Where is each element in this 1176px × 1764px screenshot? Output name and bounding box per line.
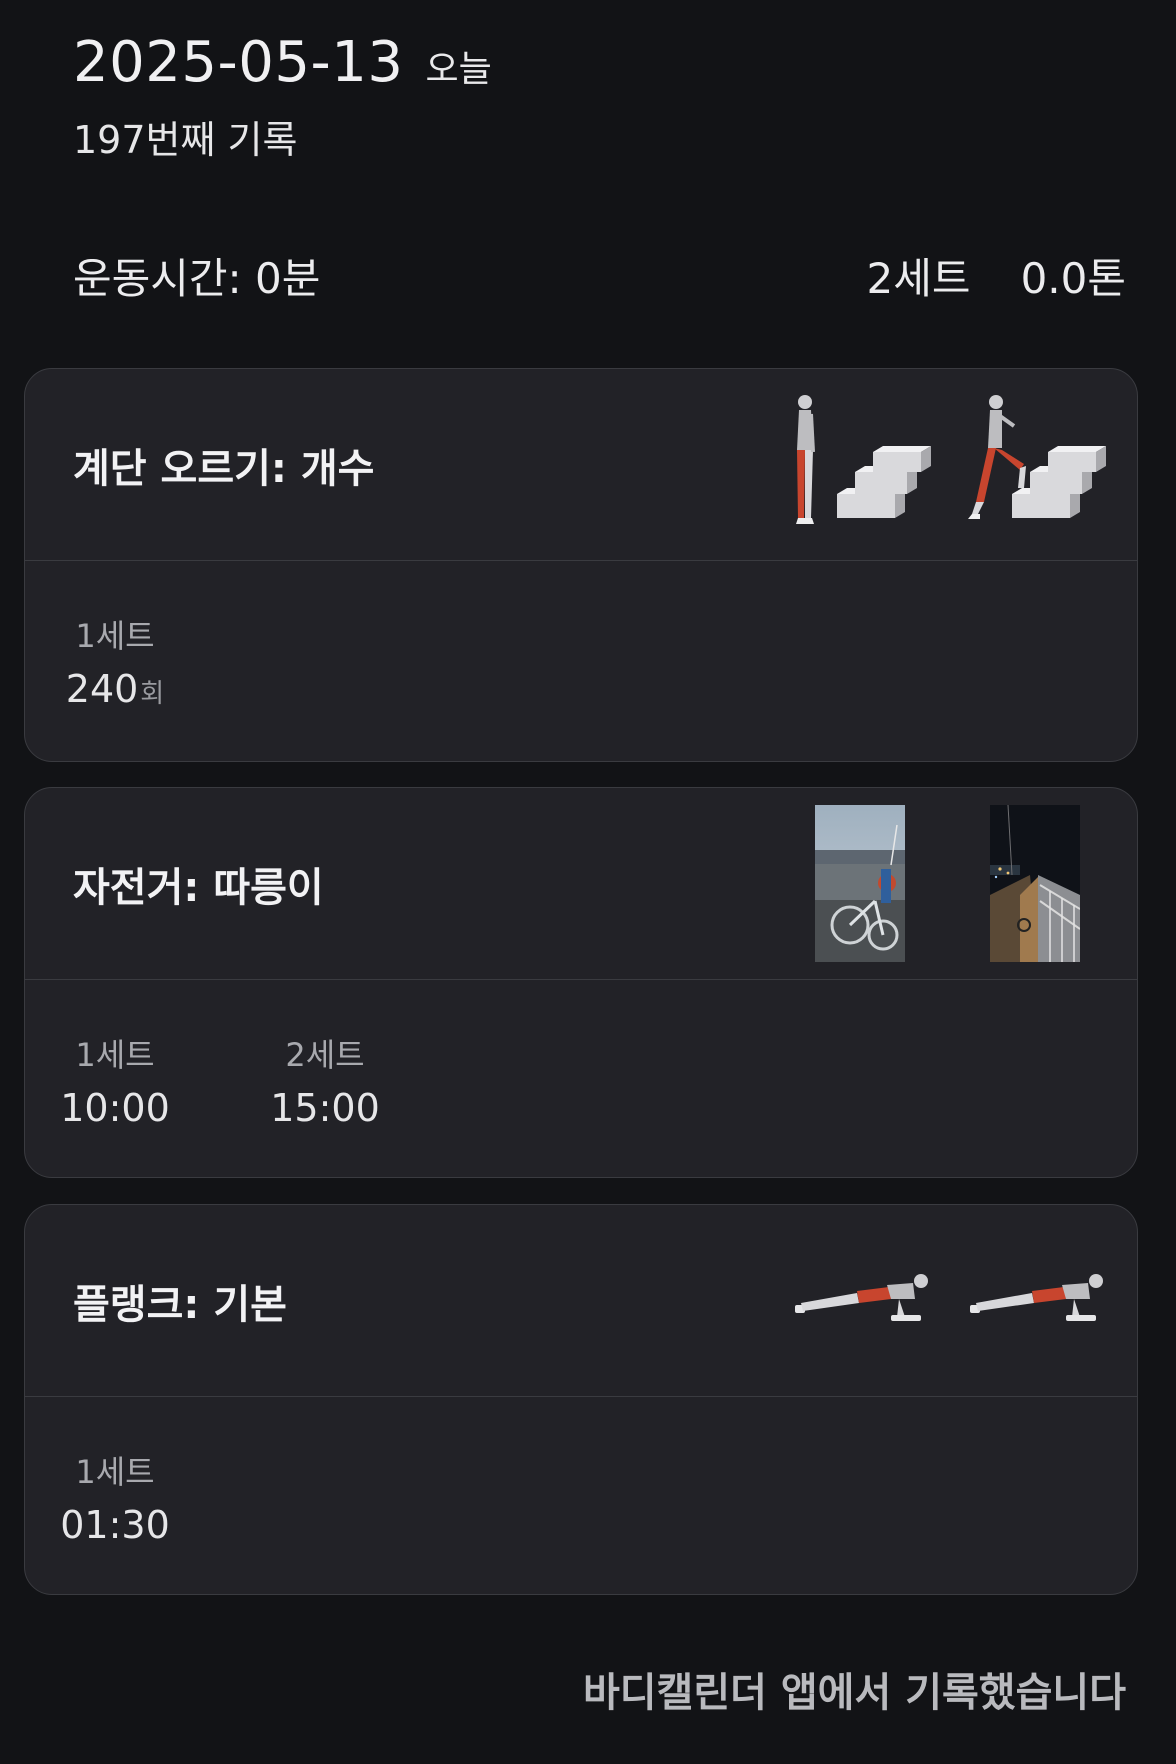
- set-value: 10:00: [60, 1086, 170, 1130]
- set-item: 1세트 240회: [45, 611, 185, 711]
- set-label: 1세트: [75, 1036, 155, 1074]
- exercise-card-bike[interactable]: 자전거: 따릉이 1세트 10:00 2세트 15:00: [24, 787, 1138, 1178]
- set-value: 240회: [45, 667, 185, 711]
- set-list: 1세트 01:30: [25, 1397, 1137, 1594]
- set-item: 1세트 01:30: [45, 1447, 185, 1547]
- app-attribution: 바디캘린더 앱에서 기록했습니다: [582, 1670, 1126, 1716]
- set-value: 15:00: [270, 1086, 380, 1130]
- exercise-thumbnails: [787, 1205, 1107, 1396]
- record-count: 197번째 기록: [73, 118, 298, 162]
- total-sets: 2세트: [866, 253, 971, 303]
- stair-climb-start-illustration: [787, 390, 932, 540]
- exercise-title: 플랭크: 기본: [73, 1281, 287, 1328]
- exercise-title: 계단 오르기: 개수: [73, 445, 375, 492]
- night-bridge-photo[interactable]: [962, 805, 1107, 962]
- set-list: 1세트 10:00 2세트 15:00: [25, 980, 1137, 1177]
- set-count: 240: [65, 667, 139, 711]
- exercise-card-header: 자전거: 따릉이: [25, 788, 1137, 980]
- plank-illustration: [787, 1226, 932, 1376]
- workout-summary: 운동시간: 0분 2세트 0.0톤: [73, 245, 1126, 305]
- set-value: 01:30: [60, 1503, 170, 1547]
- set-unit: 회: [140, 679, 165, 709]
- record-date: 2025-05-13: [73, 30, 404, 95]
- set-label: 2세트: [285, 1036, 365, 1074]
- bike-rack-photo[interactable]: [787, 805, 932, 962]
- today-label: 오늘: [425, 49, 492, 90]
- header: 2025-05-13 오늘 197번째 기록: [73, 30, 492, 164]
- set-list: 1세트 240회: [25, 561, 1137, 759]
- set-item: 1세트 10:00: [45, 1030, 185, 1130]
- exercise-title: 자전거: 따릉이: [73, 864, 324, 911]
- plank-illustration: [962, 1226, 1107, 1376]
- date-row: 2025-05-13 오늘: [73, 30, 492, 95]
- exercise-card-header: 계단 오르기: 개수: [25, 369, 1137, 561]
- set-label: 1세트: [75, 617, 155, 655]
- exercise-card-stairs[interactable]: 계단 오르기: 개수 1세트 240회: [24, 368, 1138, 762]
- set-item: 2세트 15:00: [255, 1030, 395, 1130]
- exercise-card-header: 플랭크: 기본: [25, 1205, 1137, 1397]
- exercise-thumbnails: [787, 369, 1107, 560]
- exercise-thumbnails: [787, 788, 1107, 979]
- total-weight: 0.0톤: [1020, 253, 1126, 303]
- set-label: 1세트: [75, 1453, 155, 1491]
- stair-climb-step-illustration: [962, 390, 1107, 540]
- workout-time: 운동시간: 0분: [73, 253, 321, 303]
- exercise-card-plank[interactable]: 플랭크: 기본 1세트 01:30: [24, 1204, 1138, 1595]
